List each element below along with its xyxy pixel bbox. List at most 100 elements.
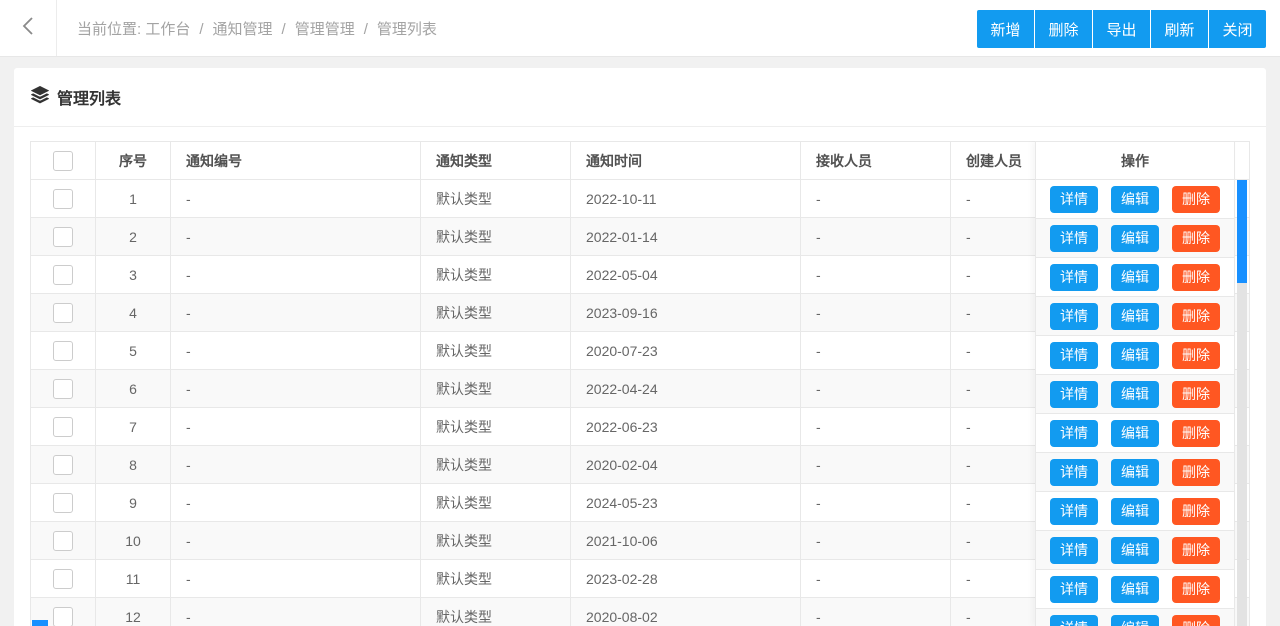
cell-notice-no: - <box>170 483 421 522</box>
list-panel: 管理列表 序号 通知编号 通知类型 通知时间 接收人员 创建人员 1- 默认类型 2022-1… <box>14 68 1266 626</box>
cell-index: 12 <box>95 597 171 626</box>
cell-checkbox <box>30 445 96 484</box>
column-header-checkbox <box>30 141 96 180</box>
cell-receiver: - <box>800 255 951 294</box>
delete-row-button[interactable]: 删除 <box>1172 458 1220 486</box>
detail-row-button[interactable]: 详情 <box>1050 185 1098 213</box>
cell-notice-no: - <box>170 445 421 484</box>
edit-row-button[interactable]: 编辑 <box>1111 575 1159 603</box>
edit-row-button[interactable]: 编辑 <box>1111 302 1159 330</box>
cell-checkbox <box>30 331 96 370</box>
row-checkbox[interactable] <box>53 378 73 399</box>
delete-button[interactable]: 删除 <box>1035 10 1092 48</box>
row-checkbox[interactable] <box>53 568 73 589</box>
detail-row-button[interactable]: 详情 <box>1050 458 1098 486</box>
stack-icon <box>31 85 49 109</box>
delete-row-button[interactable]: 删除 <box>1172 224 1220 252</box>
row-checkbox[interactable] <box>53 530 73 551</box>
edit-row-button[interactable]: 编辑 <box>1111 419 1159 447</box>
cell-index: 10 <box>95 521 171 560</box>
delete-row-button[interactable]: 删除 <box>1172 185 1220 213</box>
detail-row-button[interactable]: 详情 <box>1050 380 1098 408</box>
cell-notice-no: - <box>170 293 421 332</box>
vertical-scrollbar-thumb[interactable] <box>1237 180 1247 283</box>
cell-index: 2 <box>95 217 171 256</box>
cell-index: 4 <box>95 293 171 332</box>
edit-row-button[interactable]: 编辑 <box>1111 614 1159 626</box>
close-button[interactable]: 关闭 <box>1209 10 1266 48</box>
delete-row-button[interactable]: 删除 <box>1172 341 1220 369</box>
add-button[interactable]: 新增 <box>977 10 1034 48</box>
row-checkbox[interactable] <box>53 416 73 437</box>
breadcrumb-item-3[interactable]: 管理列表 <box>377 21 437 38</box>
edit-row-button[interactable]: 编辑 <box>1111 497 1159 525</box>
detail-row-button[interactable]: 详情 <box>1050 497 1098 525</box>
horizontal-scrollbar-thumb[interactable] <box>32 620 48 626</box>
actions-row: 详情编辑删除 <box>1036 258 1234 297</box>
refresh-button[interactable]: 刷新 <box>1151 10 1208 48</box>
detail-row-button[interactable]: 详情 <box>1050 614 1098 626</box>
back-button[interactable] <box>0 0 57 56</box>
delete-row-button[interactable]: 删除 <box>1172 536 1220 564</box>
row-checkbox[interactable] <box>53 492 73 513</box>
detail-row-button[interactable]: 详情 <box>1050 302 1098 330</box>
vertical-scrollbar-track <box>1237 180 1247 626</box>
cell-receiver: - <box>800 369 951 408</box>
cell-receiver: - <box>800 293 951 332</box>
chevron-left-icon <box>22 16 34 41</box>
edit-row-button[interactable]: 编辑 <box>1111 224 1159 252</box>
breadcrumb-item-0[interactable]: 工作台 <box>145 21 190 38</box>
actions-row: 详情编辑删除 <box>1036 180 1234 219</box>
cell-notice-type: 默认类型 <box>420 217 571 256</box>
cell-notice-time: 2020-07-23 <box>570 331 801 370</box>
detail-row-button[interactable]: 详情 <box>1050 263 1098 291</box>
delete-row-button[interactable]: 删除 <box>1172 380 1220 408</box>
delete-row-button[interactable]: 删除 <box>1172 614 1220 626</box>
delete-row-button[interactable]: 删除 <box>1172 263 1220 291</box>
detail-row-button[interactable]: 详情 <box>1050 419 1098 447</box>
actions-row: 详情编辑删除 <box>1036 297 1234 336</box>
breadcrumb: 当前位置: 工作台 / 通知管理 / 管理管理 / 管理列表 <box>77 18 437 39</box>
delete-row-button[interactable]: 删除 <box>1172 575 1220 603</box>
cell-receiver: - <box>800 483 951 522</box>
cell-notice-no: - <box>170 369 421 408</box>
cell-index: 3 <box>95 255 171 294</box>
breadcrumb-item-1[interactable]: 通知管理 <box>213 21 273 38</box>
row-checkbox[interactable] <box>53 188 73 209</box>
cell-receiver: - <box>800 331 951 370</box>
cell-notice-type: 默认类型 <box>420 483 571 522</box>
row-checkbox[interactable] <box>53 340 73 361</box>
cell-notice-type: 默认类型 <box>420 559 571 598</box>
column-header-notice_no: 通知编号 <box>170 141 421 180</box>
cell-notice-type: 默认类型 <box>420 331 571 370</box>
detail-row-button[interactable]: 详情 <box>1050 575 1098 603</box>
cell-receiver: - <box>800 179 951 218</box>
cell-index: 7 <box>95 407 171 446</box>
edit-row-button[interactable]: 编辑 <box>1111 536 1159 564</box>
cell-receiver: - <box>800 521 951 560</box>
row-checkbox[interactable] <box>53 302 73 323</box>
row-checkbox[interactable] <box>53 264 73 285</box>
delete-row-button[interactable]: 删除 <box>1172 497 1220 525</box>
page-title: 管理列表 <box>57 91 122 108</box>
cell-receiver: - <box>800 217 951 256</box>
delete-row-button[interactable]: 删除 <box>1172 419 1220 447</box>
detail-row-button[interactable]: 详情 <box>1050 536 1098 564</box>
edit-row-button[interactable]: 编辑 <box>1111 263 1159 291</box>
row-checkbox[interactable] <box>53 454 73 475</box>
breadcrumb-item-2[interactable]: 管理管理 <box>295 21 355 38</box>
delete-row-button[interactable]: 删除 <box>1172 302 1220 330</box>
export-button[interactable]: 导出 <box>1093 10 1150 48</box>
row-checkbox[interactable] <box>53 226 73 247</box>
edit-row-button[interactable]: 编辑 <box>1111 380 1159 408</box>
cell-notice-type: 默认类型 <box>420 293 571 332</box>
table-container: 序号 通知编号 通知类型 通知时间 接收人员 创建人员 1- 默认类型 2022-10-11-… <box>30 141 1250 626</box>
select-all-checkbox[interactable] <box>53 150 73 171</box>
edit-row-button[interactable]: 编辑 <box>1111 341 1159 369</box>
detail-row-button[interactable]: 详情 <box>1050 341 1098 369</box>
cell-notice-time: 2022-01-14 <box>570 217 801 256</box>
edit-row-button[interactable]: 编辑 <box>1111 458 1159 486</box>
detail-row-button[interactable]: 详情 <box>1050 224 1098 252</box>
edit-row-button[interactable]: 编辑 <box>1111 185 1159 213</box>
row-checkbox[interactable] <box>53 606 73 626</box>
